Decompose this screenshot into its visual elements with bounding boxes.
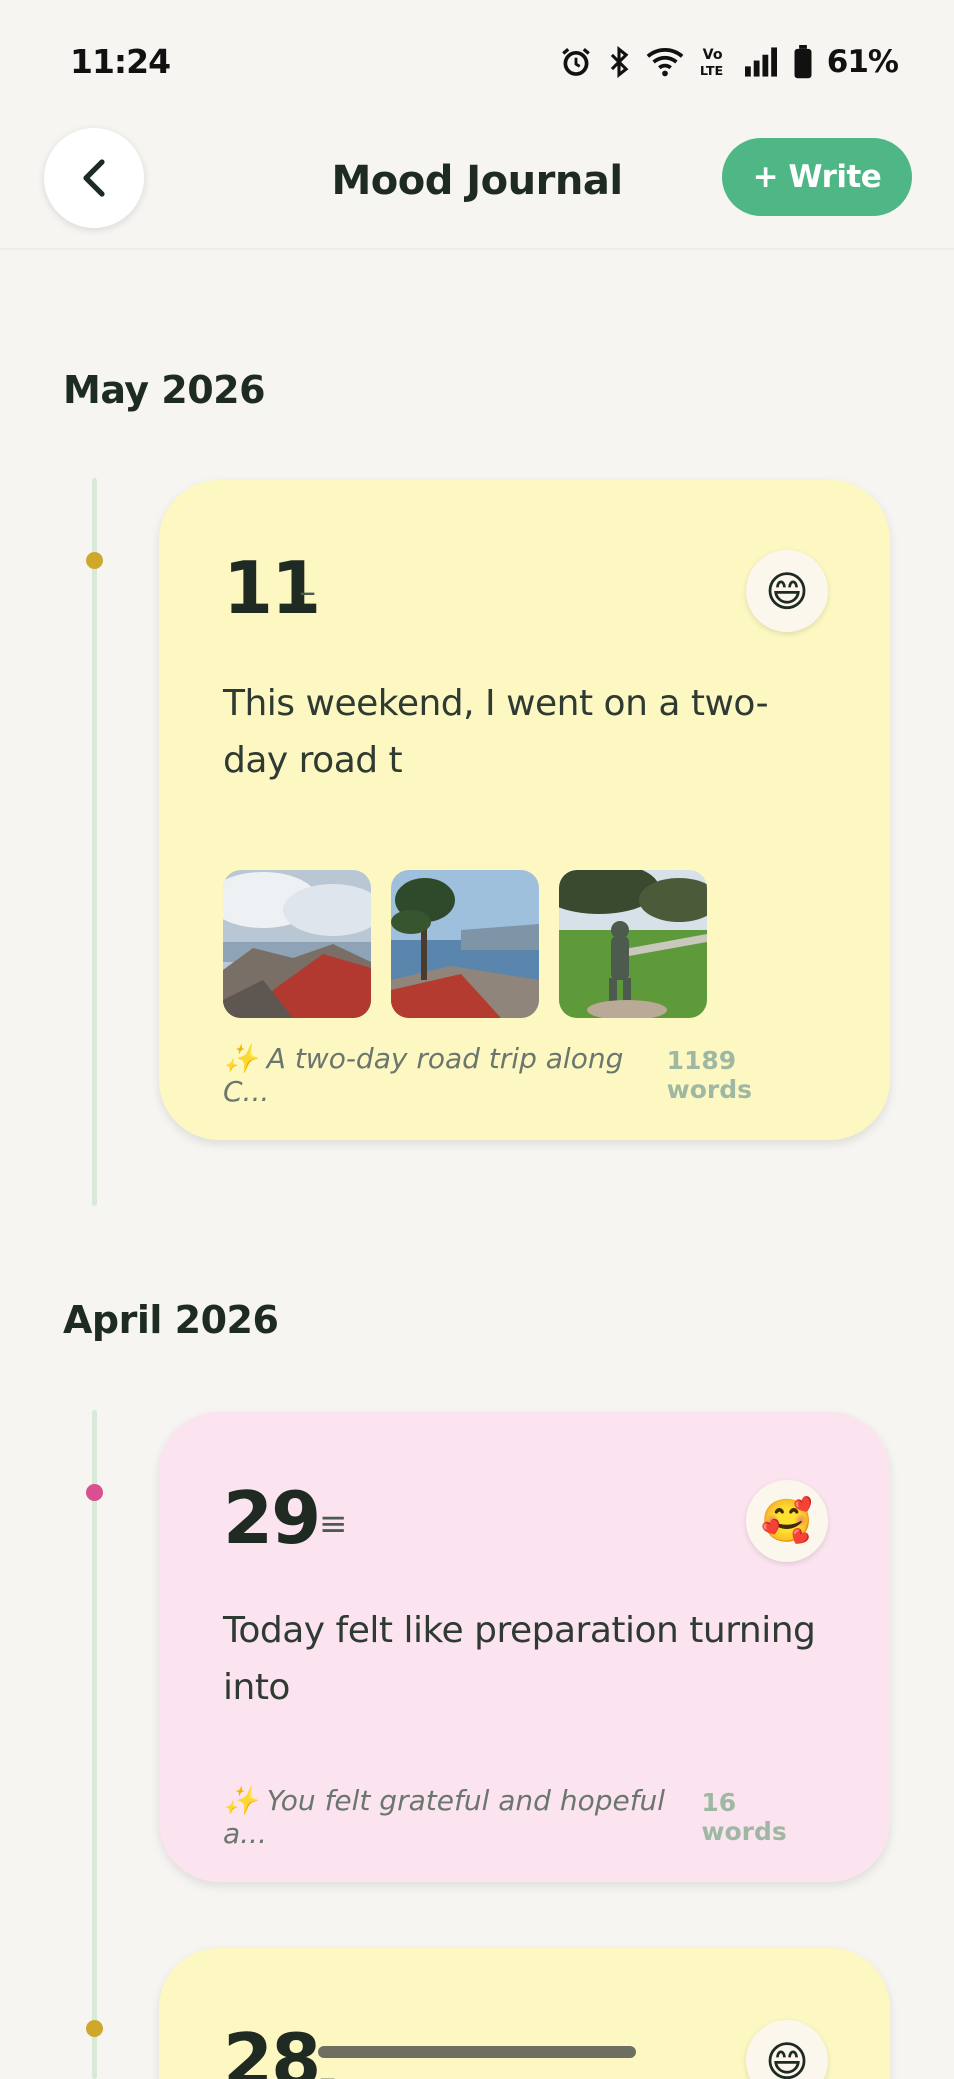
mood-emoji-badge: 😄 (746, 550, 828, 632)
photo-thumbnail[interactable] (391, 870, 539, 1018)
entry-day: 28 (223, 2018, 321, 2079)
status-icons: Vo LTE 61% (559, 44, 899, 80)
alarm-icon (559, 45, 593, 79)
ai-summary: ✨ A two-day road trip along C... (223, 1042, 624, 1108)
status-time: 11:24 (70, 42, 171, 81)
word-count: 1189 words (666, 1046, 752, 1104)
entry-separator: – (319, 2058, 336, 2079)
photo-thumbnail[interactable] (559, 870, 707, 1018)
wifi-icon (645, 46, 685, 78)
month-heading: April 2026 (63, 1298, 279, 1342)
volte-icon: Vo LTE (699, 45, 729, 79)
word-count: 16 words (701, 1788, 787, 1846)
timeline-line (92, 1410, 97, 2079)
entry-footer: ✨ You felt grateful and hopeful a... 16 … (223, 1784, 826, 1850)
month-heading: May 2026 (63, 368, 266, 412)
photo-thumbnail[interactable] (223, 870, 371, 1018)
photo-strip (223, 870, 707, 1018)
mood-emoji-badge: 😄 (746, 2020, 828, 2079)
entry-day: 29 (223, 1476, 321, 1560)
entry-separator: ≡ (319, 1504, 348, 1544)
write-button[interactable]: + Write (722, 138, 912, 216)
entry-preview-text: Today felt like preparation turning into (223, 1610, 816, 1708)
entry-footer: ✨ A two-day road trip along C... 1189 wo… (223, 1042, 826, 1108)
timeline-dot (86, 552, 103, 569)
ai-summary: ✨ You felt grateful and hopeful a... (223, 1784, 666, 1850)
battery-icon (793, 45, 813, 79)
entry-separator: – (299, 572, 316, 612)
mood-emoji-badge: 🥰 (746, 1480, 828, 1562)
journal-entry-card[interactable]: 11 – 😄 This weekend, I went on a two-day… (159, 480, 890, 1140)
signal-icon (743, 46, 779, 78)
app-header: Mood Journal + Write (0, 120, 954, 250)
status-bar: 11:24 Vo LTE 61% (0, 0, 954, 120)
timeline-dot (86, 1484, 103, 1501)
entry-preview-text: This weekend, I went on a two-day road t (223, 683, 769, 781)
journal-entry-card[interactable]: 28 – 😄 (159, 1948, 890, 2079)
timeline-line (92, 478, 97, 1206)
home-indicator[interactable] (318, 2046, 636, 2058)
svg-text:LTE: LTE (700, 64, 723, 79)
journal-entry-card[interactable]: 29 ≡ 🥰 Today felt like preparation turni… (159, 1412, 890, 1882)
bluetooth-icon (607, 45, 631, 79)
timeline-dot (86, 2020, 103, 2037)
svg-text:Vo: Vo (702, 47, 722, 63)
battery-percent: 61% (826, 44, 899, 80)
